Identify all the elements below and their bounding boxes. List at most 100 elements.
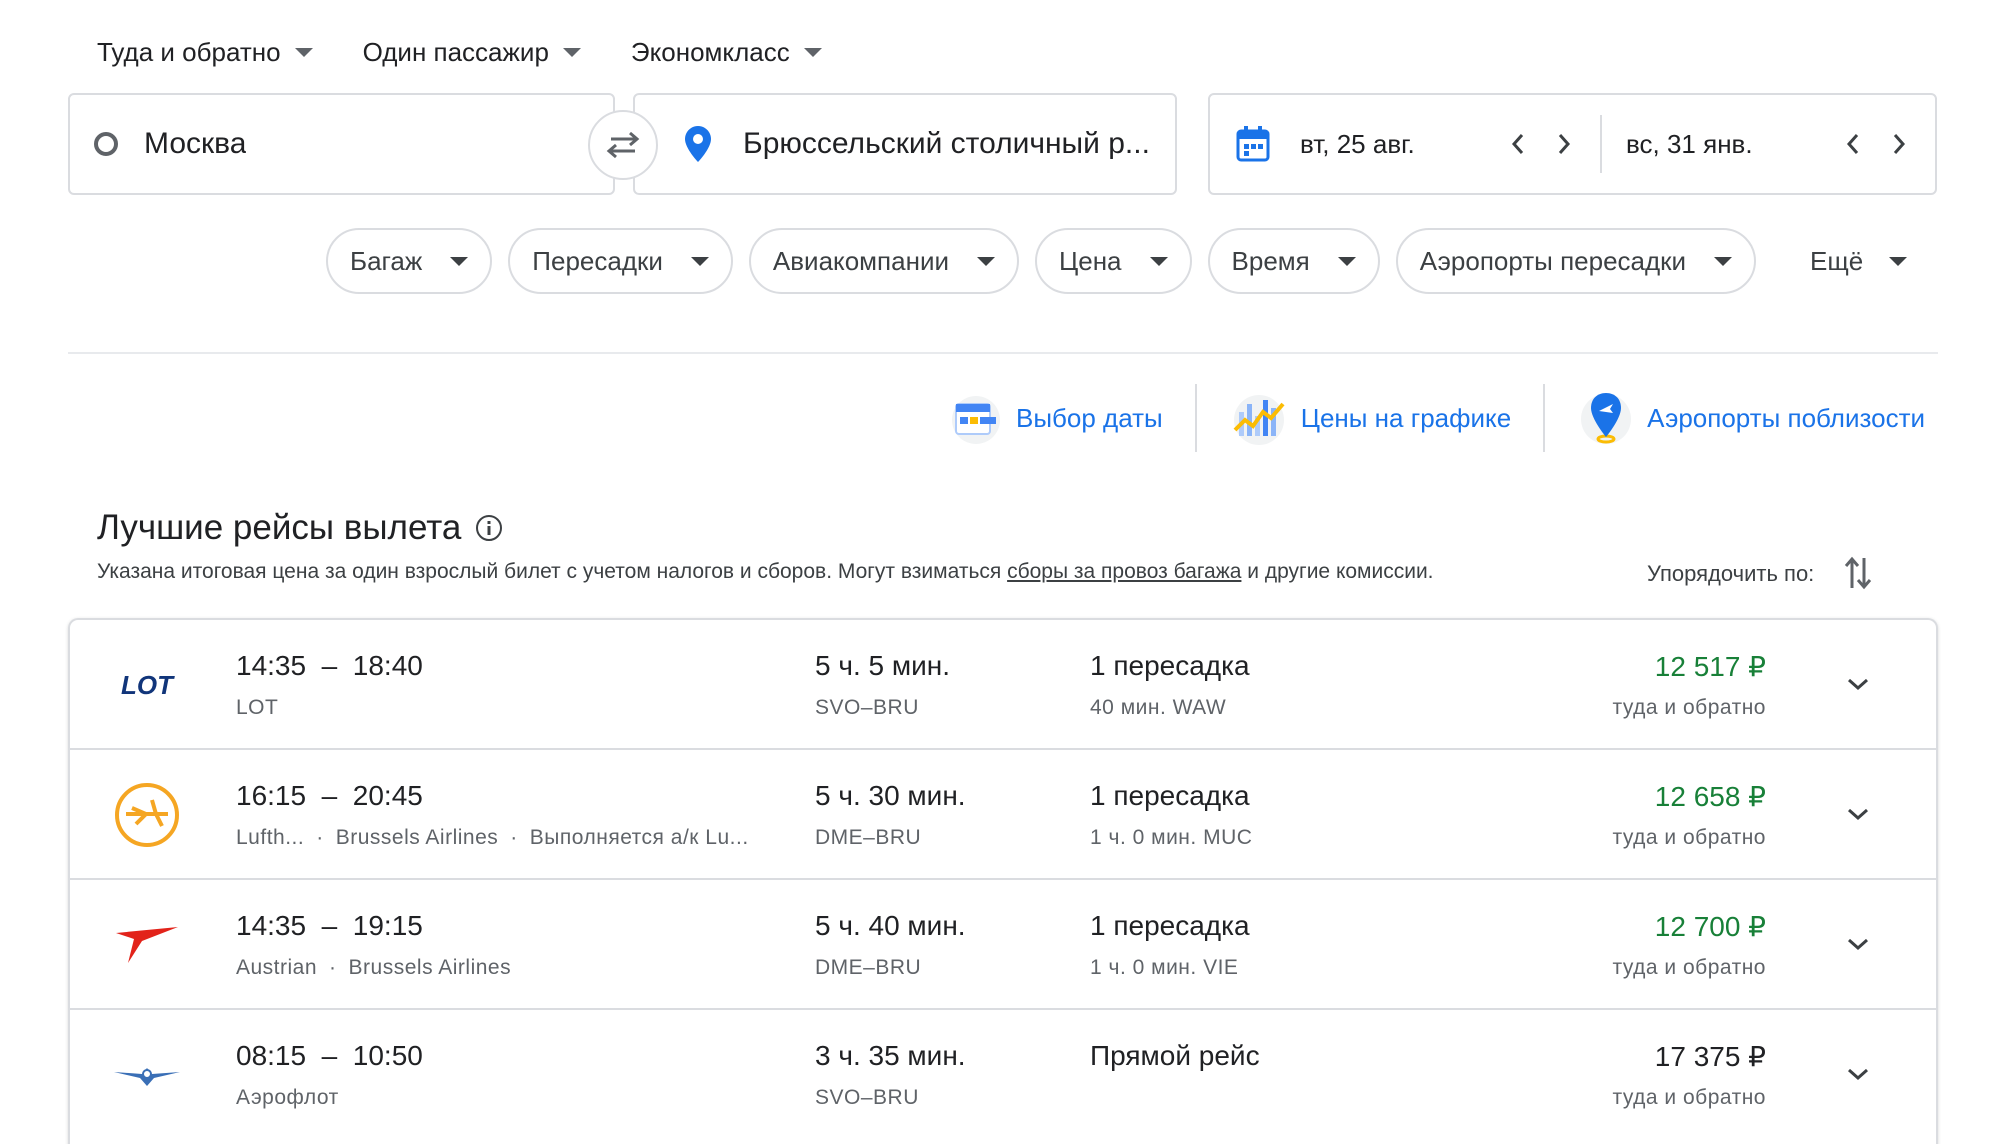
filter-chip-label: Багаж: [350, 245, 423, 276]
separator-dot: ·: [329, 956, 337, 979]
cabin-class-select[interactable]: Экономкласс: [606, 30, 847, 74]
sort-control[interactable]: Упорядочить по:: [1647, 556, 1872, 590]
airline-name: Lufth...: [236, 826, 305, 849]
depart-prev-button[interactable]: [1504, 130, 1532, 158]
sort-label: Упорядочить по:: [1647, 561, 1815, 586]
flight-row[interactable]: 14:35 – 19:15 Austrian · Brussels Airlines…: [70, 880, 1936, 1010]
depart-date-field[interactable]: вт, 25 авг.: [1210, 95, 1600, 193]
airline-names: Austrian · Brussels Airlines: [236, 956, 511, 980]
filter-chip-baggage[interactable]: Багаж: [326, 228, 493, 294]
filter-chip-price[interactable]: Цена: [1035, 228, 1192, 294]
trip-type-select[interactable]: Туда и обратно: [72, 30, 338, 74]
flight-route: DME–BRU: [815, 956, 922, 979]
flight-times: 14:35 – 19:15: [236, 910, 423, 942]
passengers-select[interactable]: Один пассажир: [338, 30, 606, 74]
cabin-class-label: Экономкласс: [630, 36, 790, 67]
origin-value: Москва: [144, 127, 247, 160]
flight-stops: 1 пересадка: [1090, 650, 1250, 681]
trip-options-bar: Туда и обратно Один пассажир Экономкласс: [72, 30, 847, 74]
arrive-time: 20:45: [352, 780, 423, 811]
flight-times: 16:15 – 20:45: [236, 780, 423, 812]
filter-chip-airlines[interactable]: Авиакомпании: [748, 228, 1019, 294]
filter-chip-times[interactable]: Время: [1207, 228, 1380, 294]
return-date-arrows: [1839, 130, 1913, 158]
price-graph-label: Цены на графике: [1300, 402, 1512, 433]
calendar-icon: [1236, 126, 1270, 162]
flight-layover: 40 мин. WAW: [1090, 696, 1227, 719]
flight-stops: 1 пересадка: [1090, 910, 1250, 941]
results-heading: Лучшие рейсы вылета: [97, 508, 503, 548]
expand-button[interactable]: [1836, 1052, 1880, 1096]
flight-duration: 5 ч. 30 мин.: [815, 780, 966, 811]
chevron-down-icon: [1848, 938, 1868, 951]
destination-field[interactable]: Брюссельский столичный р...: [633, 93, 1177, 195]
results-title: Лучшие рейсы вылета: [97, 508, 462, 547]
price-note: туда и обратно: [1612, 826, 1766, 849]
expand-button[interactable]: [1836, 922, 1880, 966]
flight-duration: 5 ч. 5 мин.: [815, 650, 950, 681]
flight-row[interactable]: 08:15 – 10:50 Аэрофлот 3 ч. 35 мин. SVO–…: [70, 1010, 1936, 1140]
expand-button[interactable]: [1836, 662, 1880, 706]
filter-chip-label: Время: [1231, 245, 1310, 276]
depart-next-button[interactable]: [1550, 130, 1578, 158]
depart-time: 08:15: [236, 1040, 307, 1071]
flight-results-list: LOT 14:35 – 18:40 LOT 5 ч. 5 мин. SVO–BR…: [68, 618, 1938, 1144]
section-divider: [68, 352, 1938, 354]
info-icon[interactable]: [475, 514, 503, 542]
caret-down-icon: [1149, 256, 1168, 266]
filter-chips: Багаж Пересадки Авиакомпании Цена Время …: [326, 228, 1757, 294]
flight-row[interactable]: 16:15 – 20:45 Lufth... · Brussels Airlines…: [70, 750, 1936, 880]
return-date-field[interactable]: вс, 31 янв.: [1602, 95, 1935, 193]
flight-route: SVO–BRU: [815, 1086, 919, 1109]
baggage-fees-link[interactable]: сборы за провоз багажа: [1007, 560, 1241, 583]
date-grid-icon: [951, 396, 1000, 444]
time-separator: –: [313, 650, 345, 681]
aeroflot-logo-icon: [112, 1040, 182, 1110]
arrive-time: 10:50: [352, 1040, 423, 1071]
caret-down-icon: [450, 256, 469, 266]
caret-down-icon: [1889, 256, 1908, 266]
flight-price: 12 517 ₽: [1654, 651, 1766, 682]
date-grid-link[interactable]: Выбор даты: [916, 383, 1195, 453]
airline-name: Brussels Airlines: [335, 826, 499, 849]
return-next-button[interactable]: [1885, 130, 1913, 158]
flight-layover: 1 ч. 0 мин. MUC: [1090, 826, 1253, 849]
lot-logo-icon: LOT: [112, 650, 182, 720]
chevron-left-icon: [1511, 134, 1524, 154]
filter-chip-stops[interactable]: Пересадки: [508, 228, 733, 294]
filter-chip-label: Цена: [1059, 245, 1122, 276]
location-pin-icon: [685, 126, 711, 162]
depart-date-arrows: [1504, 130, 1578, 158]
date-grid-label: Выбор даты: [1015, 402, 1163, 433]
trip-type-label: Туда и обратно: [97, 36, 281, 67]
filter-chip-connecting-airports[interactable]: Аэропорты пересадки: [1395, 228, 1757, 294]
destination-value: Брюссельский столичный р...: [743, 127, 1150, 160]
return-prev-button[interactable]: [1839, 130, 1867, 158]
caret-down-icon: [1714, 256, 1733, 266]
flight-row[interactable]: LOT 14:35 – 18:40 LOT 5 ч. 5 мин. SVO–BR…: [70, 620, 1936, 750]
filter-chip-label: Авиакомпании: [772, 245, 949, 276]
flight-price: 12 700 ₽: [1654, 911, 1766, 942]
lufthansa-logo-icon: [112, 780, 182, 850]
expand-button[interactable]: [1836, 792, 1880, 836]
flight-times: 08:15 – 10:50: [236, 1040, 423, 1072]
flight-duration: 3 ч. 35 мин.: [815, 1040, 966, 1071]
swap-button[interactable]: [588, 110, 658, 180]
passengers-label: Один пассажир: [362, 36, 549, 67]
separator-dot: ·: [510, 826, 518, 849]
nearby-airports-link[interactable]: Аэропорты поблизости: [1545, 383, 1925, 453]
dates-field: вт, 25 авг. вс, 31 янв.: [1208, 93, 1937, 195]
caret-down-icon: [977, 256, 995, 266]
results-note-text-end: и другие комиссии.: [1241, 560, 1434, 583]
depart-date-value: вт, 25 авг.: [1300, 128, 1415, 159]
origin-field[interactable]: Москва: [68, 93, 615, 195]
time-separator: –: [313, 910, 345, 941]
flight-price: 12 658 ₽: [1654, 781, 1766, 812]
flight-route: SVO–BRU: [815, 696, 919, 719]
flight-stops: Прямой рейс: [1090, 1040, 1260, 1071]
chevron-left-icon: [1846, 134, 1859, 154]
swap-arrows-icon: [606, 131, 640, 159]
filter-more-button[interactable]: Ещё: [1810, 228, 1908, 294]
price-graph-link[interactable]: Цены на графике: [1197, 383, 1543, 453]
results-note: Указана итоговая цена за один взрослый б…: [97, 560, 1434, 584]
